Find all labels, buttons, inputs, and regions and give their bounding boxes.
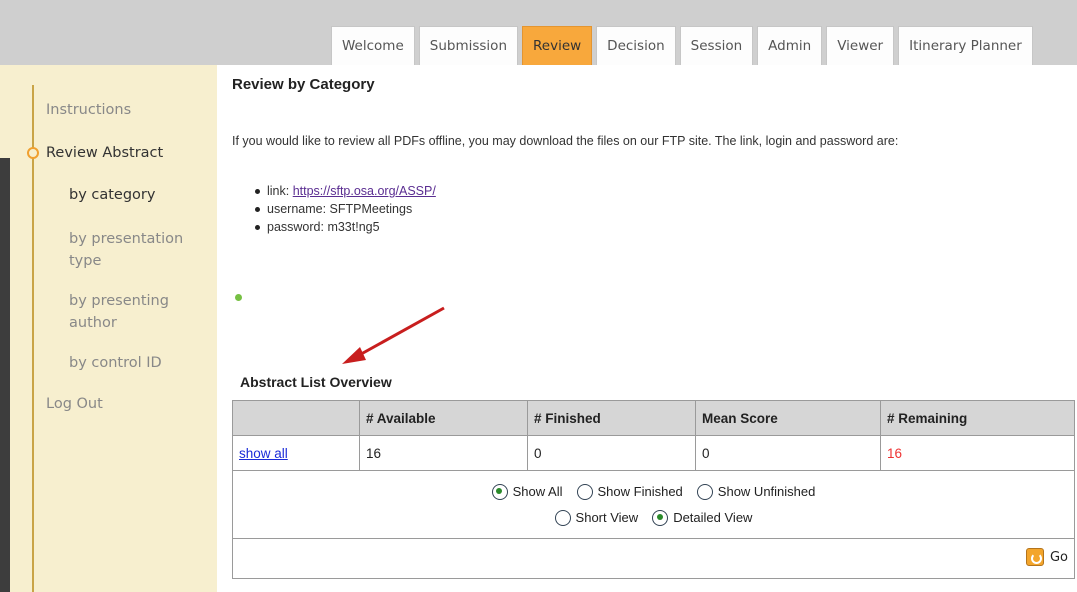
column-header-blank (232, 400, 360, 436)
finished-count: 0 (527, 435, 696, 471)
page-title: Review by Category (232, 76, 375, 93)
go-row: Go (232, 538, 1075, 579)
filter-options-cell: Show All Show Finished Show Unfinished S… (232, 470, 1075, 539)
show-all-link[interactable]: show all (239, 446, 288, 461)
table-header-row: # Available # Finished Mean Score # Rema… (232, 400, 1075, 436)
ftp-password-item: password: m33t!ng5 (255, 218, 436, 236)
refresh-icon (1025, 548, 1044, 566)
sidebar-item-log-out[interactable]: Log Out (46, 393, 103, 415)
show-unfinished-radio-label: Show Unfinished (717, 483, 816, 499)
detailed-view-radio[interactable]: Detailed View (652, 505, 752, 531)
sidebar-item-by-presenting-author[interactable]: by presenting author (69, 290, 199, 334)
annotation-arrow-icon (342, 306, 445, 364)
abstract-list-overview-title: Abstract List Overview (240, 374, 392, 390)
sidebar-item-by-presentation-type[interactable]: by presentation type (69, 228, 199, 272)
sidebar-item-by-category[interactable]: by category (69, 184, 155, 206)
ftp-link[interactable]: https://sftp.osa.org/ASSP/ (293, 184, 436, 198)
radio-unselected-icon (576, 483, 593, 500)
tab-submission[interactable]: Submission (418, 26, 518, 65)
ftp-username-item: username: SFTPMeetings (255, 200, 436, 218)
sidebar-item-by-control-id[interactable]: by control ID (69, 352, 162, 374)
detailed-view-radio-label: Detailed View (673, 509, 753, 525)
go-button-label: Go (1049, 549, 1068, 565)
show-finished-radio-label: Show Finished (597, 483, 683, 499)
show-all-radio-label: Show All (512, 483, 563, 499)
ftp-link-prefix: link: (267, 184, 293, 198)
sidebar-item-instructions[interactable]: Instructions (46, 99, 131, 121)
available-count: 16 (359, 435, 528, 471)
sidebar-item-review-abstract[interactable]: Review Abstract (46, 142, 163, 164)
radio-unselected-icon (696, 483, 713, 500)
ftp-details-list: link: https://sftp.osa.org/ASSP/ usernam… (255, 182, 436, 236)
main-tabs: Welcome Submission Review Decision Sessi… (331, 20, 1037, 65)
status-dot-icon (235, 294, 242, 301)
tab-admin[interactable]: Admin (757, 26, 823, 65)
go-cell: Go (232, 538, 1075, 579)
filter-options-row: Show All Show Finished Show Unfinished S… (232, 470, 1075, 539)
column-header-finished: # Finished (527, 400, 696, 436)
sidebar-edge-strip (0, 158, 10, 592)
short-view-radio[interactable]: Short View (554, 505, 639, 531)
column-header-remaining: # Remaining (880, 400, 1075, 436)
radio-selected-icon (491, 483, 508, 500)
ftp-intro-text: If you would like to review all PDFs off… (232, 134, 899, 148)
radio-unselected-icon (554, 509, 571, 526)
tab-session[interactable]: Session (679, 26, 754, 65)
column-header-mean-score: Mean Score (695, 400, 881, 436)
tab-review[interactable]: Review (522, 26, 593, 65)
tab-welcome[interactable]: Welcome (331, 26, 415, 65)
tab-viewer[interactable]: Viewer (826, 26, 895, 65)
show-unfinished-radio[interactable]: Show Unfinished (696, 479, 816, 505)
show-finished-radio[interactable]: Show Finished (576, 479, 683, 505)
ftp-link-item: link: https://sftp.osa.org/ASSP/ (255, 182, 436, 200)
tab-decision[interactable]: Decision (596, 26, 676, 65)
abstract-overview-table: # Available # Finished Mean Score # Rema… (232, 400, 1075, 579)
show-all-cell: show all (232, 435, 360, 471)
sidebar-tree-line (32, 85, 34, 592)
go-button[interactable]: Go (1025, 548, 1068, 566)
tab-itinerary-planner[interactable]: Itinerary Planner (898, 26, 1033, 65)
radio-selected-icon (652, 509, 669, 526)
show-all-radio[interactable]: Show All (491, 479, 563, 505)
current-section-marker-icon (27, 147, 39, 159)
remaining-count: 16 (880, 435, 1075, 471)
mean-score-value: 0 (695, 435, 881, 471)
column-header-available: # Available (359, 400, 528, 436)
table-row: show all 16 0 0 16 (232, 435, 1075, 471)
short-view-radio-label: Short View (575, 509, 639, 525)
